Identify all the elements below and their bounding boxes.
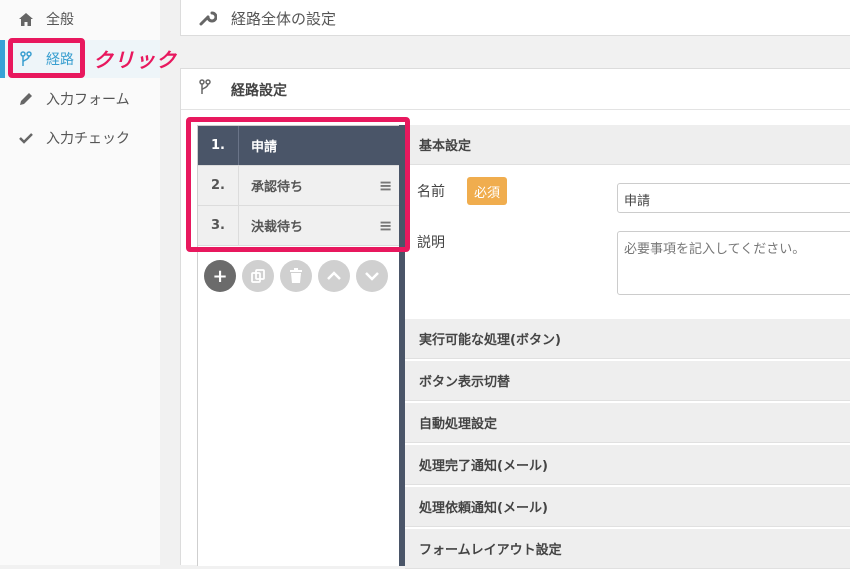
section-completion-mail[interactable]: 処理完了通知(メール) — [405, 445, 850, 485]
add-icon[interactable]: + — [204, 260, 236, 292]
sidebar-item-general[interactable]: 全般 — [0, 0, 160, 38]
sidebar: 全般 経路 入力フォーム 入力チェック — [0, 0, 160, 565]
section-executable-actions[interactable]: 実行可能な処理(ボタン) — [405, 319, 850, 359]
section-basic-settings[interactable]: 基本設定 — [405, 125, 850, 165]
route-icon — [199, 79, 211, 99]
active-indicator — [0, 40, 5, 78]
sidebar-item-label: 全般 — [46, 12, 74, 28]
down-icon[interactable] — [356, 260, 388, 292]
sidebar-item-label: 入力フォーム — [46, 92, 130, 108]
name-input[interactable]: 申請 — [617, 183, 850, 213]
route-overall-settings-panel[interactable]: 経路全体の設定 — [180, 0, 850, 36]
section-form-layout[interactable]: フォームレイアウト設定 — [405, 529, 850, 569]
wrench-icon — [199, 8, 218, 30]
home-icon — [18, 11, 34, 27]
sidebar-item-label: 入力チェック — [46, 131, 130, 147]
copy-icon[interactable] — [242, 260, 274, 292]
panel-title: 経路全体の設定 — [231, 10, 337, 28]
panel-title: 経路設定 — [231, 83, 287, 99]
name-label: 名前 — [417, 184, 445, 200]
pencil-icon — [18, 91, 34, 107]
check-icon — [18, 130, 34, 146]
description-textarea[interactable]: 必要事項を記入してください。 — [617, 231, 850, 295]
panel-header: 経路設定 — [181, 69, 850, 110]
highlight-step-list — [186, 117, 410, 252]
section-request-mail[interactable]: 処理依頼通知(メール) — [405, 487, 850, 527]
section-auto-processing[interactable]: 自動処理設定 — [405, 403, 850, 443]
sidebar-item-input-form[interactable]: 入力フォーム — [0, 80, 160, 118]
up-icon[interactable] — [318, 260, 350, 292]
main-content: 経路全体の設定 経路設定 1. 申請 2. 承認待ち ≡ 3. 決裁待ち ≡ +… — [180, 0, 850, 569]
step-detail: 基本設定 名前 必須 申請 説明 必要事項を記入してください。 実行可能な処理(… — [405, 125, 850, 569]
step-toolbar: + — [204, 260, 388, 292]
trash-icon[interactable] — [280, 260, 312, 292]
click-annotation: クリック — [93, 50, 177, 72]
section-button-display[interactable]: ボタン表示切替 — [405, 361, 850, 401]
description-label: 説明 — [417, 235, 445, 251]
required-badge: 必須 — [467, 177, 507, 205]
sidebar-item-input-check[interactable]: 入力チェック — [0, 119, 160, 157]
highlight-route-item — [8, 38, 85, 78]
